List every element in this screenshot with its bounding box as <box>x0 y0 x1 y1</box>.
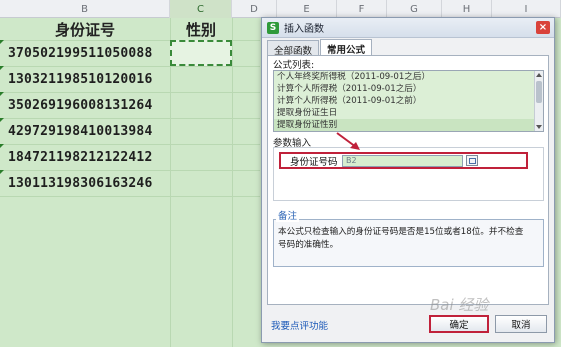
header-cell-gender[interactable]: 性别 <box>170 18 232 40</box>
id-cell-value: 429729198410013984 <box>8 123 153 139</box>
formula-list-item[interactable]: 计算个人所得税（2011-09-01之后） <box>274 83 543 95</box>
column-header-h[interactable]: H <box>442 0 492 18</box>
column-header-i[interactable]: I <box>492 0 561 18</box>
insert-function-dialog: S 插入函数 × 全部函数 常用公式 公式列表: 个人年终奖所得税（2011-0… <box>261 17 555 343</box>
id-cell-value: 350269196008131264 <box>8 97 153 113</box>
ok-button[interactable]: 确定 <box>429 315 489 333</box>
wps-app-icon: S <box>267 21 279 34</box>
watermark: Bai 经验 <box>430 296 489 314</box>
id-cell-value: 184721198212122412 <box>8 149 153 165</box>
dialog-tabs: 全部函数 常用公式 <box>267 39 373 57</box>
id-cell[interactable]: 429729198410013984 <box>0 118 170 144</box>
scroll-thumb[interactable] <box>536 81 542 103</box>
tab-all-functions[interactable]: 全部函数 <box>267 40 320 57</box>
note-text: 本公式只检查输入的身份证号码是否是15位或者18位。并不检查号码的准确性。 <box>278 227 524 250</box>
text-number-marker <box>0 170 4 174</box>
scroll-up-icon[interactable] <box>536 73 542 77</box>
note-title: 备注 <box>276 208 300 222</box>
column-header-e[interactable]: E <box>277 0 337 18</box>
id-cell[interactable]: 130321198510120016 <box>0 66 170 92</box>
cancel-button[interactable]: 取消 <box>495 315 547 333</box>
text-number-marker <box>0 40 4 44</box>
param-row-highlighted: 身份证号码 B2 <box>279 152 528 169</box>
tab-common-formulas[interactable]: 常用公式 <box>320 39 373 56</box>
list-scrollbar[interactable] <box>534 71 543 131</box>
formula-list-item[interactable]: 提取身份证生日 <box>274 107 543 119</box>
column-header-f[interactable]: F <box>337 0 387 18</box>
text-number-marker <box>0 66 4 70</box>
formula-list[interactable]: 个人年终奖所得税（2011-09-01之后） 计算个人所得税（2011-09-0… <box>273 70 544 132</box>
text-number-marker <box>0 92 4 96</box>
column-header-d[interactable]: D <box>232 0 277 18</box>
formula-list-item[interactable]: 计算个人所得税（2011-09-01之前） <box>274 95 543 107</box>
text-number-marker <box>0 118 4 122</box>
column-header-b[interactable]: B <box>0 0 170 18</box>
formula-list-item[interactable]: 个人年终奖所得税（2011-09-01之后） <box>274 71 543 83</box>
feedback-link[interactable]: 我要点评功能 <box>271 318 328 332</box>
id-cell[interactable]: 184721198212122412 <box>0 144 170 170</box>
text-number-marker <box>0 144 4 148</box>
column-header-c[interactable]: C <box>170 0 232 18</box>
id-cell[interactable]: 370502199511050088 <box>0 40 170 66</box>
param-label: 身份证号码 <box>290 156 338 168</box>
tab-panel: 公式列表: 个人年终奖所得税（2011-09-01之后） 计算个人所得税（201… <box>267 55 549 305</box>
dialog-titlebar[interactable]: S 插入函数 × <box>262 18 554 38</box>
header-cell-id[interactable]: 身份证号 <box>0 18 170 40</box>
formula-list-label: 公式列表: <box>273 60 315 71</box>
close-button[interactable]: × <box>536 21 550 34</box>
id-cell-value: 130321198510120016 <box>8 71 153 87</box>
scroll-down-icon[interactable] <box>536 125 542 129</box>
annotation-arrow-icon <box>336 132 360 150</box>
id-cell[interactable]: 350269196008131264 <box>0 92 170 118</box>
dialog-title: 插入函数 <box>284 24 324 35</box>
id-cell-value: 370502199511050088 <box>8 45 153 61</box>
id-cell[interactable]: 130113198306163246 <box>0 170 170 196</box>
column-header-g[interactable]: G <box>387 0 442 18</box>
range-select-icon[interactable] <box>466 155 478 166</box>
column-headers: B C D E F G H I <box>0 0 561 18</box>
param-box: 身份证号码 B2 <box>273 147 544 201</box>
id-cell-value: 130113198306163246 <box>8 175 153 191</box>
active-cell-c2[interactable] <box>170 40 232 66</box>
id-number-input[interactable]: B2 <box>342 154 463 167</box>
formula-list-item-selected[interactable]: 提取身份证性别 <box>274 119 543 131</box>
